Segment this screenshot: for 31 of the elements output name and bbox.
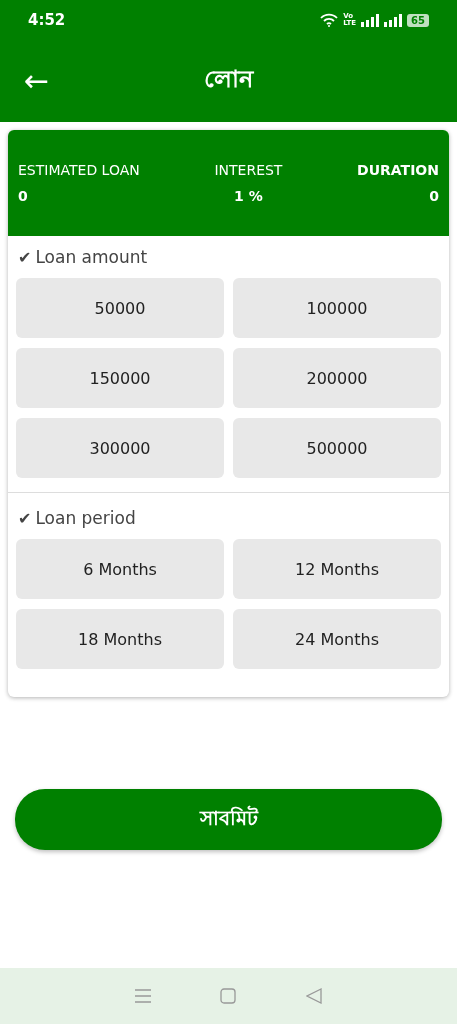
summary-label: INTEREST — [214, 162, 283, 178]
status-time: 4:52 — [28, 11, 66, 29]
option-button[interactable]: 6 Months — [16, 539, 224, 599]
option-button[interactable]: 100000 — [233, 278, 441, 338]
option-button[interactable]: 150000 — [16, 348, 224, 408]
summary-label: ESTIMATED LOAN — [18, 162, 140, 178]
option-button[interactable]: 50000 — [16, 278, 224, 338]
wifi-icon — [320, 13, 339, 27]
section-title: Loan period — [35, 508, 136, 528]
signal-icon — [384, 13, 403, 27]
option-button[interactable]: 24 Months — [233, 609, 441, 669]
page-title: লোন — [204, 64, 253, 95]
back-icon[interactable] — [306, 988, 323, 1004]
menu-icon[interactable] — [134, 989, 151, 1003]
option-button[interactable]: 300000 — [16, 418, 224, 478]
option-button[interactable]: 200000 — [233, 348, 441, 408]
back-button[interactable]: ← — [0, 62, 50, 98]
summary-label: DURATION — [357, 162, 439, 178]
section-title: Loan amount — [35, 247, 148, 267]
summary-value: 0 — [429, 188, 439, 204]
home-icon[interactable] — [220, 988, 237, 1004]
check-icon: ✔ — [18, 508, 32, 528]
battery-level: 65 — [407, 13, 429, 27]
submit-button[interactable]: সাবমিট — [15, 789, 442, 850]
option-button[interactable]: 12 Months — [233, 539, 441, 599]
option-button[interactable]: 500000 — [233, 418, 441, 478]
summary-value: 0 — [18, 188, 29, 204]
option-button[interactable]: 18 Months — [16, 609, 224, 669]
check-icon: ✔ — [18, 247, 32, 267]
summary-value: 1 % — [234, 188, 263, 204]
signal-icon — [361, 13, 380, 27]
